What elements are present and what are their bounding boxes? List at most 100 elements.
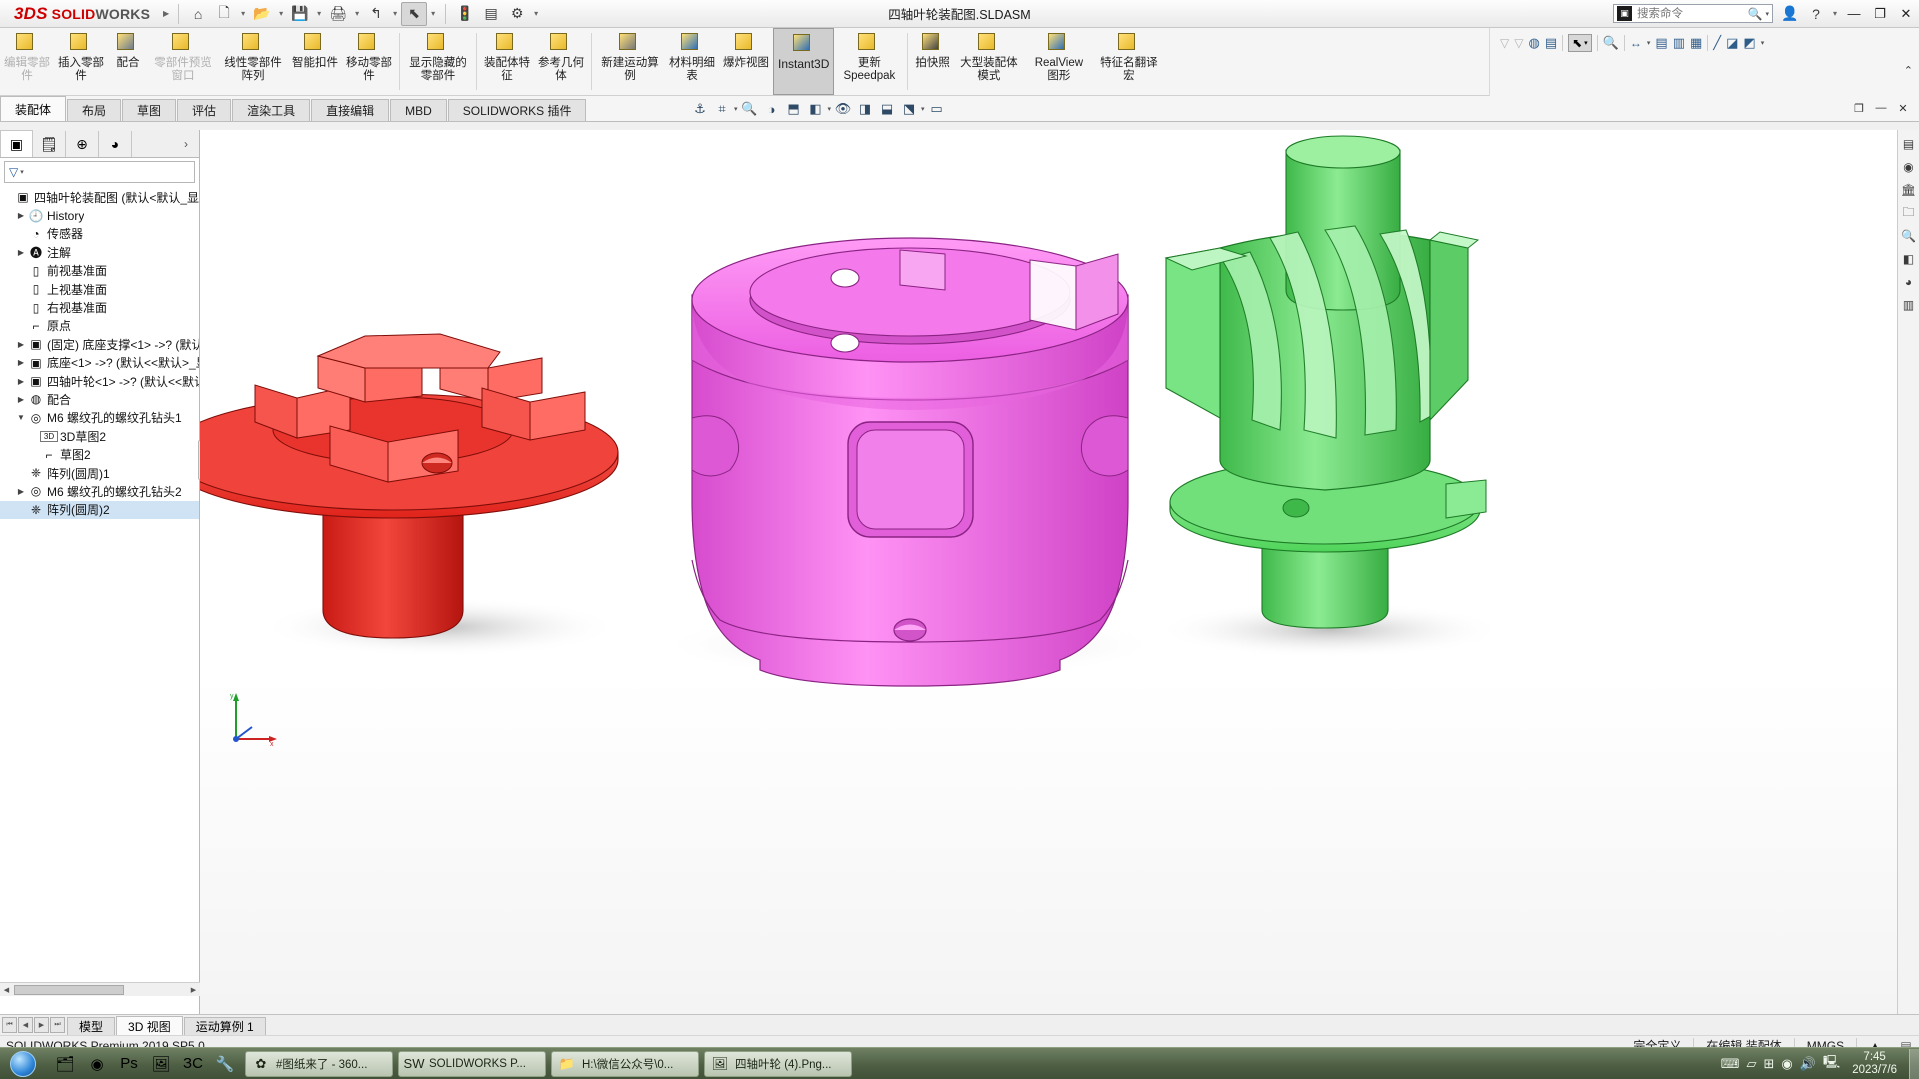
assembly-3d-view[interactable]	[200, 130, 1919, 1014]
open-document-icon[interactable]: 📂	[249, 2, 275, 26]
quicklaunch-solidworks-icon[interactable]: ЗC	[178, 1050, 208, 1078]
tray-windows-icon[interactable]: ⊞	[1763, 1056, 1774, 1072]
hide-show-items-icon[interactable]: 👁	[833, 99, 853, 119]
mate-selection-icon[interactable]: ◍	[1528, 35, 1539, 51]
tab-property-manager[interactable]: 🗒	[33, 131, 66, 157]
open-document-dropdown-icon[interactable]: ▾	[275, 2, 287, 26]
display-style-icon[interactable]: ◧	[806, 99, 826, 119]
print-icon[interactable]: 🖨	[325, 2, 351, 26]
tab-evaluate[interactable]: 评估	[177, 99, 232, 121]
tree-item-3d-sketch-2[interactable]: 3D 3D草图2	[0, 427, 199, 445]
tree-item-right-plane[interactable]: ▯ 右视基准面	[0, 298, 199, 316]
tab-configuration-manager[interactable]: ⊕	[66, 131, 99, 157]
menu-expand-arrow-icon[interactable]: ▶	[160, 2, 172, 26]
tree-item-m6-tap-drill-1[interactable]: ▼ ◎ M6 螺纹孔的螺纹孔钻头1	[0, 409, 199, 427]
tree-item-base-support[interactable]: ▶▣ (固定) 底座支撑<1> ->? (默认<<默	[0, 335, 199, 353]
tab-mbd[interactable]: MBD	[390, 99, 447, 121]
tree-item-four-axis-impeller[interactable]: ▶▣ 四轴叶轮<1> ->? (默认<<默认>_显	[0, 372, 199, 390]
quicklaunch-browser-icon[interactable]: ◉	[82, 1050, 112, 1078]
taskbar-item-explorer[interactable]: 📁 H:\微信公众号\0...	[551, 1050, 699, 1077]
hud-dropdown-icon[interactable]: ▾	[734, 105, 738, 113]
tree-expander-icon[interactable]: ▶	[15, 395, 27, 404]
home-icon[interactable]: ⌂	[185, 2, 211, 26]
zoom-to-area-icon[interactable]: ⌗	[712, 99, 732, 119]
tab-solidworks-addins[interactable]: SOLIDWORKS 插件	[447, 99, 587, 121]
window-minimize-button[interactable]: —	[1841, 1, 1867, 27]
apply-scene-icon[interactable]: ⬓	[877, 99, 897, 119]
dimension-icon[interactable]: ↔	[1630, 36, 1642, 50]
design-library-icon[interactable]: 🏛	[1900, 182, 1918, 198]
tab-render-tools[interactable]: 渲染工具	[232, 99, 311, 121]
tab-direct-edit[interactable]: 直接编辑	[311, 99, 390, 121]
trim-dropdown-icon[interactable]: ▾	[1761, 39, 1765, 47]
quicklaunch-gallery-icon[interactable]: 🖼	[146, 1050, 176, 1078]
custom-properties-icon[interactable]: ▥	[1900, 297, 1918, 313]
surface-finish-icon[interactable]: ▥	[1673, 35, 1685, 51]
magnify-glass-icon[interactable]: 🔍	[1603, 35, 1619, 51]
reference-geometry-button[interactable]: 参考几何体	[534, 28, 588, 95]
previous-view-icon[interactable]: 🔍	[740, 99, 760, 119]
take-snapshot-button[interactable]: 拍快照	[911, 28, 954, 95]
model-base-support[interactable]	[200, 333, 619, 639]
tree-expander-icon[interactable]: ▶	[15, 487, 27, 496]
tree-expander-icon[interactable]: ▼	[15, 413, 27, 422]
document-restore-button[interactable]: ❐	[1849, 99, 1869, 117]
taskbar-item-browser[interactable]: ✿ #图纸来了 - 360...	[245, 1050, 393, 1077]
tree-item-history[interactable]: ▶ 🕘 History	[0, 206, 199, 224]
select-dropdown-icon[interactable]: ▾	[427, 2, 439, 26]
large-assembly-mode-button[interactable]: 大型装配体模式	[954, 28, 1024, 95]
model-base[interactable]	[691, 237, 1129, 687]
tab-assembly[interactable]: 装配体	[0, 96, 67, 121]
weld-symbol-icon[interactable]: ▦	[1690, 35, 1702, 51]
file-explorer-icon[interactable]: 🗀	[1900, 205, 1918, 221]
section-view-icon[interactable]: ◑	[762, 99, 782, 119]
tree-item-sensors[interactable]: ◔ 传感器	[0, 225, 199, 243]
save-icon[interactable]: 💾	[287, 2, 313, 26]
insert-components-button[interactable]: 插入零部件	[54, 28, 108, 95]
doc-tab-model[interactable]: 模型	[67, 1016, 116, 1036]
new-document-dropdown-icon[interactable]: ▾	[237, 2, 249, 26]
tree-filter-input[interactable]: ▽ ▾	[4, 161, 195, 183]
model-four-axis-impeller[interactable]	[1164, 135, 1487, 629]
undo-dropdown-icon[interactable]: ▾	[389, 2, 401, 26]
show-desktop-button[interactable]	[1909, 1048, 1919, 1079]
instant3d-button[interactable]: Instant3D	[773, 28, 835, 95]
tree-item-sketch-2[interactable]: ⌐ 草图2	[0, 445, 199, 463]
new-document-icon[interactable]: 🗋	[211, 2, 237, 26]
user-account-icon[interactable]: 👤	[1777, 2, 1803, 26]
settings-gear-icon[interactable]: ⚙	[504, 2, 530, 26]
select-tool-active-icon[interactable]: ⬉ ▾	[1568, 34, 1592, 52]
search-input[interactable]	[1635, 6, 1745, 21]
assembly-features-button[interactable]: 装配体特征	[480, 28, 534, 95]
mate-button[interactable]: 配合	[108, 28, 148, 95]
rebuild-icon[interactable]: 🚦	[452, 2, 478, 26]
help-dropdown-icon[interactable]: ▾	[1829, 2, 1841, 26]
feature-name-translate-macro-button[interactable]: 特征名翻译宏	[1094, 28, 1164, 95]
tab-feature-manager-tree[interactable]: ▣	[0, 130, 33, 157]
linear-component-pattern-button[interactable]: 线性零部件阵列	[218, 28, 288, 95]
view-palette-icon[interactable]: ▤	[1900, 136, 1918, 152]
prev-tab-button[interactable]: ◀	[18, 1017, 33, 1033]
next-tab-button[interactable]: ▶	[34, 1017, 49, 1033]
appearances-scenes-icon[interactable]: ◕	[1900, 274, 1918, 290]
tab-display-manager[interactable]: ◕	[99, 131, 132, 157]
exploded-view-button[interactable]: 爆炸视图	[719, 28, 773, 95]
viewport-layout-icon[interactable]: ▭	[927, 99, 947, 119]
tree-root-assembly[interactable]: ▣ 四轴叶轮装配图 (默认<默认_显示状态-	[0, 188, 199, 206]
select-cursor-icon[interactable]: ⬉	[401, 1, 428, 26]
update-speedpak-button[interactable]: 更新 Speedpak	[834, 28, 904, 95]
search-dropdown-icon[interactable]: ▾	[1765, 10, 1772, 18]
select-over-geometry-icon[interactable]: ▤	[1545, 35, 1557, 51]
tree-expander-icon[interactable]: ▶	[15, 211, 27, 220]
tree-item-m6-tap-drill-2[interactable]: ▶ ◎ M6 螺纹孔的螺纹孔钻头2	[0, 482, 199, 500]
appearances-icon[interactable]: ◉	[1900, 159, 1918, 175]
show-hidden-components-button[interactable]: 显示隐藏的零部件	[403, 28, 473, 95]
tree-expander-icon[interactable]: ▶	[15, 358, 27, 367]
tab-layout[interactable]: 布局	[67, 99, 122, 121]
note-icon[interactable]: ▤	[1655, 35, 1667, 51]
tree-item-front-plane[interactable]: ▯ 前视基准面	[0, 262, 199, 280]
window-restore-button[interactable]: ❐	[1867, 1, 1893, 27]
search-commands-box[interactable]: ▣ 🔍 ▾	[1613, 4, 1773, 23]
window-close-button[interactable]: ✕	[1893, 1, 1919, 27]
document-close-button[interactable]: ✕	[1893, 99, 1913, 117]
